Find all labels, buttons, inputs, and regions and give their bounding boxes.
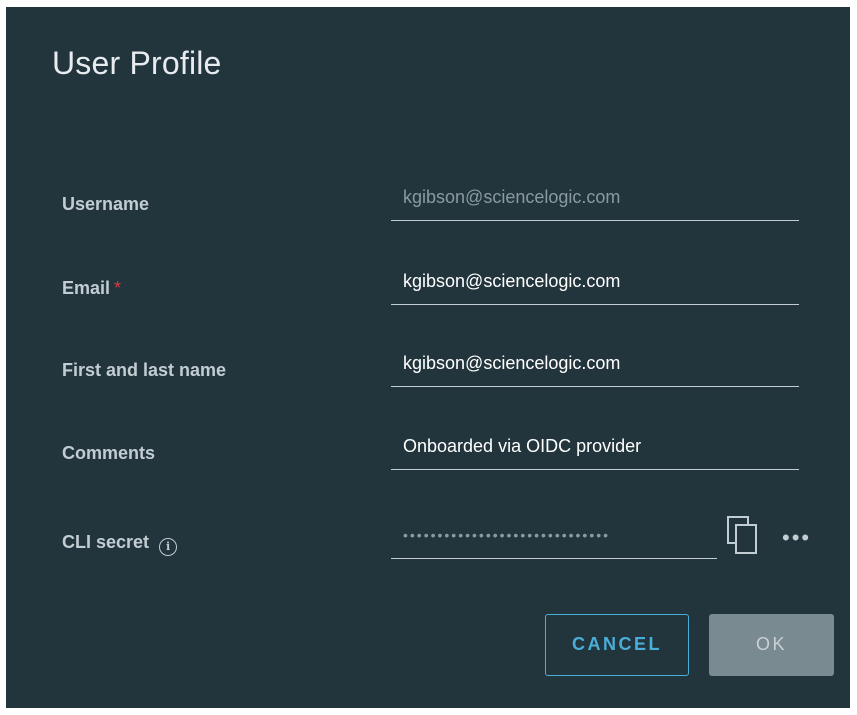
more-options-icon[interactable]: •••	[782, 527, 811, 549]
full-name-label-text: First and last name	[62, 360, 227, 380]
email-label: Email *	[62, 277, 121, 299]
email-field[interactable]: kgibson@sciencelogic.com	[391, 263, 799, 305]
comments-label: Comments	[62, 442, 155, 464]
full-name-label: First and last name	[62, 359, 226, 381]
copy-icon-graphic	[727, 516, 757, 554]
required-marker: *	[114, 278, 122, 298]
full-name-field[interactable]: kgibson@sciencelogic.com	[391, 345, 799, 387]
full-name-row: First and last name kgibson@sciencelogic…	[6, 353, 850, 409]
cli-secret-label: CLI secret i	[62, 531, 178, 556]
username-label-text: Username	[62, 194, 150, 214]
comments-label-text: Comments	[62, 443, 156, 463]
cancel-button[interactable]: CANCEL	[545, 614, 689, 676]
ok-button[interactable]: OK	[709, 614, 834, 676]
comments-row: Comments Onboarded via OIDC provider	[6, 436, 850, 492]
email-label-text: Email	[62, 278, 111, 298]
cli-secret-label-text: CLI secret	[62, 532, 150, 552]
email-row: Email * kgibson@sciencelogic.com	[6, 271, 850, 327]
username-label: Username	[62, 193, 149, 215]
user-profile-dialog: User Profile Username kgibson@sciencelog…	[6, 7, 850, 708]
comments-field[interactable]: Onboarded via OIDC provider	[391, 428, 799, 470]
dialog-title: User Profile	[52, 45, 222, 81]
cli-secret-field[interactable]: ••••••••••••••••••••••••••••••	[391, 517, 717, 559]
username-row: Username kgibson@sciencelogic.com	[6, 187, 850, 243]
info-icon[interactable]: i	[159, 538, 178, 556]
copy-icon[interactable]	[724, 515, 760, 555]
username-field: kgibson@sciencelogic.com	[391, 179, 799, 221]
cli-secret-row: CLI secret i ••••••••••••••••••••••••••••…	[6, 516, 850, 581]
